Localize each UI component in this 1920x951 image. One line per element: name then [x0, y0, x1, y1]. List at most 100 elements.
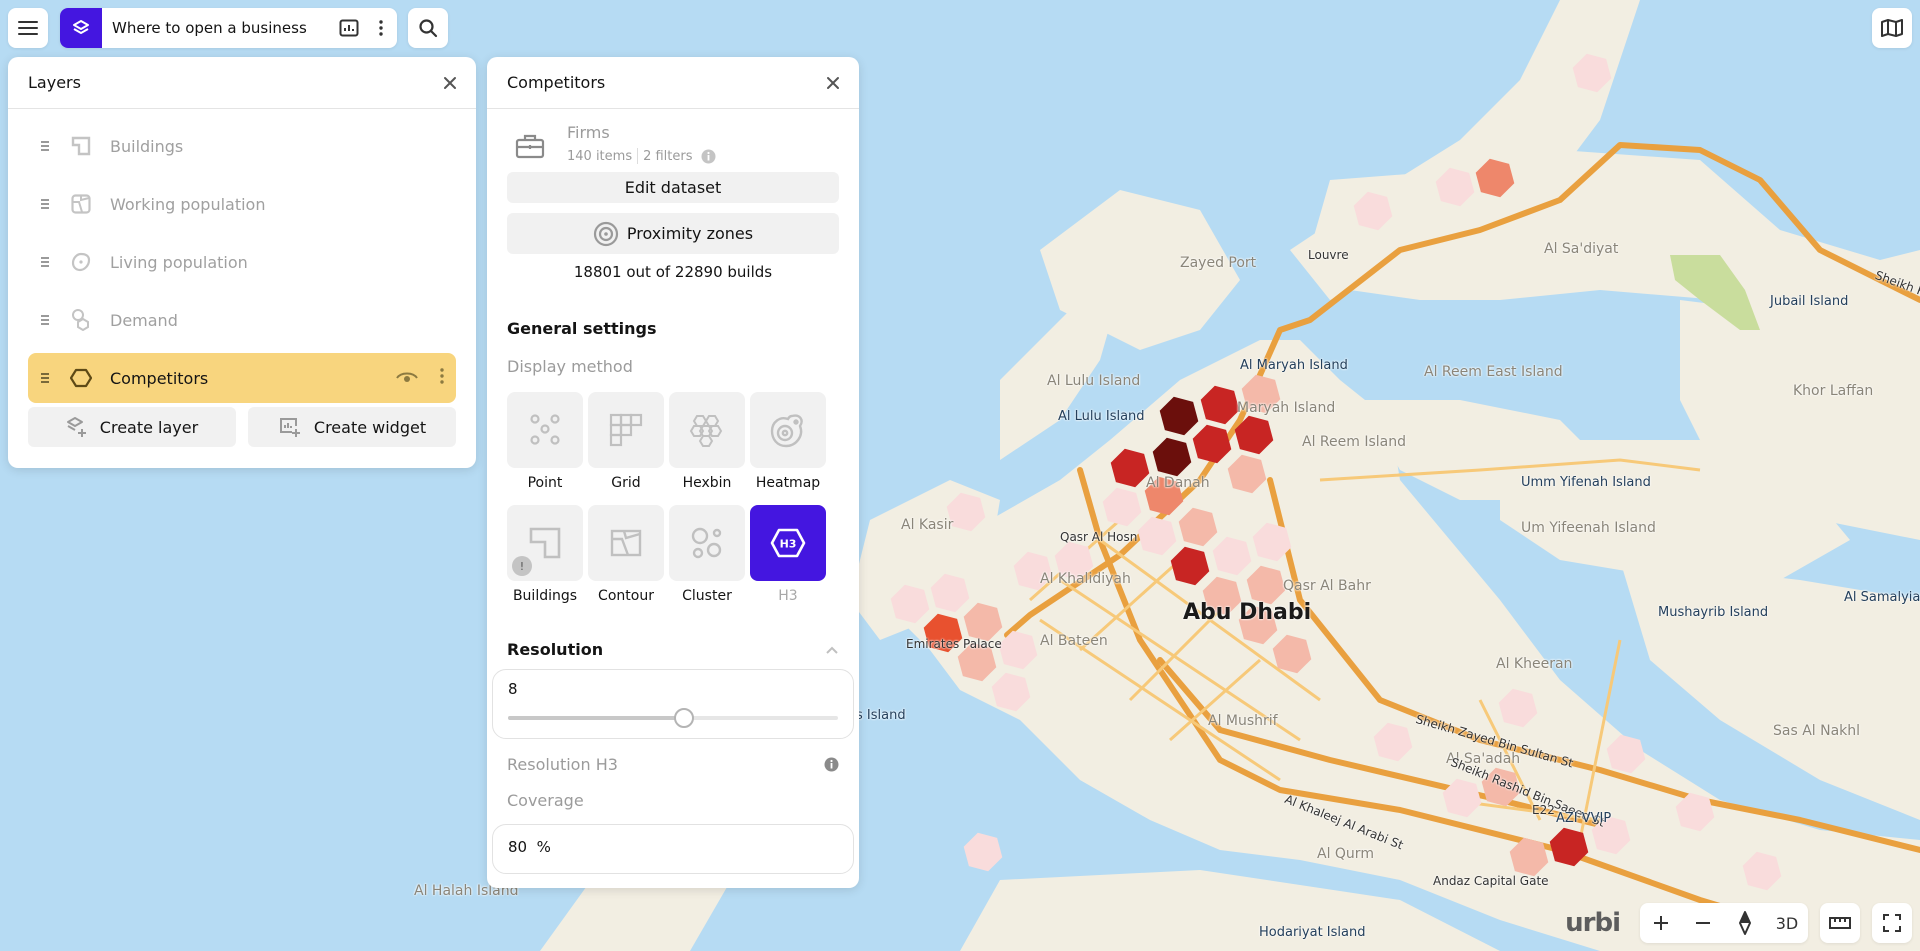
drag-handle-icon[interactable]	[40, 372, 56, 384]
resolution-slider[interactable]	[508, 708, 838, 728]
fullscreen-icon	[1883, 914, 1901, 932]
dataset-items-count: 140 items	[567, 148, 633, 164]
layer-item-demand[interactable]: Demand	[28, 295, 456, 345]
display-method-hexbin[interactable]: Hexbin	[669, 392, 745, 491]
target-icon	[593, 221, 619, 246]
chevron-up-icon	[826, 646, 838, 654]
coverage-input[interactable]: 80 %	[492, 824, 854, 874]
zoom-in-button[interactable]	[1640, 903, 1682, 943]
drag-handle-icon[interactable]	[40, 256, 56, 268]
drag-handle-icon[interactable]	[40, 314, 56, 326]
3d-toggle-button[interactable]: 3D	[1766, 903, 1808, 943]
plus-icon	[1654, 916, 1668, 930]
display-method-label: Point	[527, 475, 563, 491]
display-method-cluster[interactable]: Cluster	[669, 505, 745, 604]
h3-icon: H3	[770, 528, 806, 558]
eye-icon	[396, 372, 418, 382]
create-layer-button[interactable]: Create layer	[28, 407, 236, 447]
display-method-h3[interactable]: H3 H3	[750, 505, 826, 604]
display-method-contour[interactable]: Contour	[588, 505, 664, 604]
proximity-zones-label: Proximity zones	[626, 224, 754, 243]
layer-item-competitors[interactable]: Competitors	[28, 353, 456, 403]
layer-item-living-population[interactable]: Living population	[28, 237, 456, 287]
edit-dataset-button[interactable]: Edit dataset	[507, 172, 839, 203]
collapse-resolution-button[interactable]	[825, 640, 839, 659]
info-icon[interactable]	[701, 149, 716, 164]
map-label: Al Maryah Island	[1240, 358, 1348, 373]
resolution-control: 8	[492, 669, 854, 739]
map-label: Andaz Capital Gate	[1433, 874, 1549, 888]
layer-item-working-population[interactable]: Working population	[28, 179, 456, 229]
menu-button[interactable]	[8, 8, 48, 48]
minus-icon	[1696, 922, 1710, 924]
map-label: Al Lulu Island	[1047, 373, 1141, 389]
visibility-toggle[interactable]	[396, 369, 418, 388]
general-settings-heading: General settings	[507, 319, 657, 338]
create-widget-button[interactable]: Create widget	[248, 407, 456, 447]
resolution-heading: Resolution	[507, 640, 604, 659]
map-label: Al Danah	[1146, 475, 1210, 491]
layer-name: Demand	[110, 310, 178, 330]
project-title[interactable]: Where to open a business	[112, 19, 333, 37]
map-label: Maryah Island	[1237, 400, 1336, 416]
display-method-grid-option[interactable]: Grid	[588, 392, 664, 491]
map-style-button[interactable]	[1872, 8, 1912, 48]
heatmap-icon	[770, 414, 803, 448]
resolution-h3-label: Resolution H3	[507, 755, 618, 774]
display-method-heatmap[interactable]: Heatmap	[750, 392, 826, 491]
layers-toggle-button[interactable]	[60, 8, 102, 48]
fullscreen-button[interactable]	[1872, 903, 1912, 943]
layers-panel-title: Layers	[28, 73, 81, 92]
map-label: Jubail Island	[1770, 294, 1849, 309]
map-label: Al Khalidiyah	[1040, 571, 1131, 587]
display-method-label: Contour	[598, 588, 654, 604]
zoom-out-button[interactable]	[1682, 903, 1724, 943]
dataset-filters-count: 2 filters	[643, 148, 693, 164]
layers-panel: Layers Buildings Working population Livi…	[8, 57, 476, 468]
map-label: Al Mushrif	[1208, 713, 1278, 729]
compass-button[interactable]	[1724, 903, 1766, 943]
search-button[interactable]	[408, 8, 448, 48]
drag-handle-icon[interactable]	[40, 198, 56, 210]
map-label: Al Samalyiah	[1844, 590, 1920, 605]
map-label: Louvre	[1308, 248, 1349, 262]
create-layer-label: Create layer	[99, 417, 199, 437]
display-method-point[interactable]: Point	[507, 392, 583, 491]
cluster-hex-icon	[70, 309, 92, 331]
resolution-value[interactable]: 8	[508, 680, 838, 698]
layer-name: Competitors	[110, 368, 209, 388]
dataset-info: Firms 140 items 2 filters	[507, 109, 839, 164]
slider-thumb[interactable]	[674, 708, 694, 728]
map-label: Khor Laffan	[1793, 383, 1874, 399]
close-layers-button[interactable]	[440, 73, 460, 93]
map-label: Al Kheeran	[1496, 656, 1573, 672]
map-label: Emirates Palace	[906, 637, 1002, 651]
layer-item-buildings[interactable]: Buildings	[28, 121, 456, 171]
more-options-button[interactable]	[365, 8, 397, 48]
layer-more-button[interactable]	[440, 368, 444, 388]
display-method-label: Cluster	[682, 588, 732, 604]
dataset-name: Firms	[567, 123, 610, 142]
map-label: Zayed Port	[1180, 255, 1257, 271]
map-label: Abu Dhabi	[1183, 600, 1312, 625]
map-label: Mushayrib Island	[1658, 605, 1769, 620]
info-icon[interactable]	[824, 757, 839, 772]
close-competitors-button[interactable]	[823, 73, 843, 93]
drag-handle-icon[interactable]	[40, 140, 56, 152]
add-layer-icon	[66, 417, 86, 437]
briefcase-icon	[515, 123, 549, 164]
zoom-controls: 3D	[1640, 903, 1808, 943]
project-title-bar[interactable]: Where to open a business	[60, 8, 397, 48]
ruler-icon	[1829, 917, 1851, 929]
close-icon	[444, 76, 456, 89]
proximity-zones-button[interactable]: Proximity zones	[507, 213, 839, 254]
contour-icon	[610, 529, 642, 557]
builds-count-note: 18801 out of 22890 builds	[573, 263, 773, 281]
layers-icon	[73, 20, 89, 34]
competitors-panel-title: Competitors	[507, 73, 606, 92]
competitors-settings-panel: Competitors Firms 140 items 2 filters Ed…	[487, 57, 859, 888]
hamburger-icon	[18, 21, 38, 35]
ruler-button[interactable]	[1820, 903, 1860, 943]
display-method-buildings[interactable]: ! Buildings	[507, 505, 583, 604]
dashboard-button[interactable]	[333, 8, 365, 48]
